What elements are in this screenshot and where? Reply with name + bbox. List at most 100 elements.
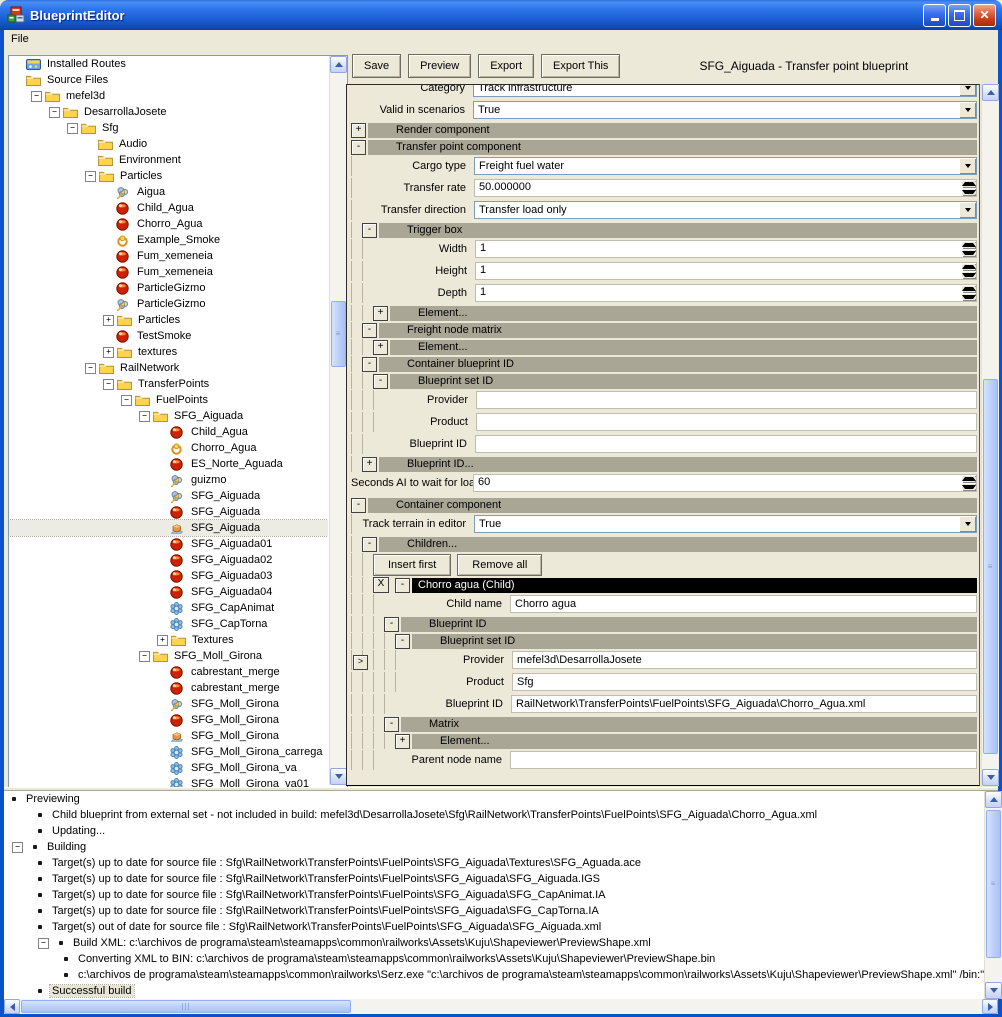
section-header-bar[interactable]: Element...	[390, 306, 977, 321]
tree-scrollbar-thumb[interactable]: ≡	[331, 301, 346, 367]
menu-item-file[interactable]: File	[4, 32, 36, 46]
width-spinner[interactable]: 1	[475, 240, 977, 258]
valid-in-scenarios-dropdown[interactable]: True	[473, 101, 977, 119]
category-dropdown[interactable]: Track infrastructure	[473, 84, 977, 97]
cargo-type-dropdown[interactable]: Freight fuel water	[474, 157, 977, 175]
tree-item-environment[interactable]: Environment	[9, 152, 328, 168]
collapse-icon[interactable]: -	[395, 578, 410, 593]
expand-icon[interactable]: +	[351, 123, 366, 138]
scroll-down-icon[interactable]	[982, 769, 999, 786]
scroll-left-icon[interactable]	[4, 999, 20, 1014]
provider-field[interactable]	[476, 391, 977, 409]
blueprint-id-field[interactable]	[475, 435, 977, 453]
expand-icon[interactable]: +	[373, 340, 388, 355]
tree-expander-icon[interactable]: −	[103, 379, 114, 390]
tree-item-sfg-aiguada[interactable]: SFG_Aiguada	[9, 488, 328, 504]
spin-up-icon[interactable]	[962, 285, 976, 293]
log-scrollbar-thumb[interactable]: ≡	[986, 810, 1001, 958]
tree-item-sfg-aiguada[interactable]: −SFG_Aiguada	[9, 408, 328, 424]
expand-icon[interactable]: +	[373, 306, 388, 321]
tree-vertical-scrollbar[interactable]: ≡	[329, 56, 347, 785]
scroll-up-icon[interactable]	[982, 84, 999, 101]
tree-item-fuelpoints[interactable]: −FuelPoints	[9, 392, 328, 408]
tree-item-installed-routes[interactable]: Installed Routes	[9, 56, 328, 72]
expand-icon[interactable]: +	[362, 457, 377, 472]
preview-button[interactable]: Preview	[408, 54, 471, 78]
save-button[interactable]: Save	[352, 54, 401, 78]
tree-expander-icon[interactable]: −	[49, 107, 60, 118]
tree-expander-icon[interactable]: −	[67, 123, 78, 134]
tree-item-sfg-moll-girona[interactable]: SFG_Moll_Girona	[9, 728, 328, 744]
section-header-bar[interactable]: Blueprint set ID	[412, 634, 977, 649]
tree-expander-icon[interactable]: +	[157, 635, 168, 646]
remove-child-button[interactable]: X	[373, 577, 389, 593]
transfer-direction-dropdown[interactable]: Transfer load only	[474, 201, 977, 219]
tree-item-chorro-agua[interactable]: Chorro_Agua	[9, 216, 328, 232]
tree-item-sfg-moll-girona-va[interactable]: SFG_Moll_Girona_va	[9, 760, 328, 776]
tree-item-particles[interactable]: −Particles	[9, 168, 328, 184]
tree-item-transferpoints[interactable]: −TransferPoints	[9, 376, 328, 392]
log-expander-icon[interactable]: −	[38, 938, 49, 949]
tree-item-sfg-aiguada01[interactable]: SFG_Aiguada01	[9, 536, 328, 552]
spin-down-icon[interactable]	[962, 293, 976, 301]
child-row-expander[interactable]: >	[353, 655, 368, 670]
remove-all-button[interactable]: Remove all	[457, 554, 542, 576]
seconds-ai-to-wait-for-loading-spinner[interactable]: 60	[473, 474, 977, 492]
log-line[interactable]: Target(s) up to date for source file : S…	[4, 855, 984, 871]
tree-item-sfg[interactable]: −Sfg	[9, 120, 328, 136]
tree-item-sfg-aiguada04[interactable]: SFG_Aiguada04	[9, 584, 328, 600]
tree-item-sfg-moll-girona[interactable]: SFG_Moll_Girona	[9, 696, 328, 712]
spin-down-icon[interactable]	[962, 483, 976, 491]
log-line[interactable]: −Building	[4, 839, 984, 855]
spin-down-icon[interactable]	[962, 249, 976, 257]
dropdown-arrow-icon[interactable]	[959, 84, 976, 96]
tree-expander-icon[interactable]: +	[103, 347, 114, 358]
tree-item-sfg-aiguada[interactable]: SFG_Aiguada	[9, 504, 328, 520]
section-header-bar[interactable]: Render component	[368, 123, 977, 138]
tree-item-child-agua[interactable]: Child_Agua	[9, 200, 328, 216]
collapse-icon[interactable]: -	[362, 537, 377, 552]
tree-item-desarrollajosete[interactable]: −DesarrollaJosete	[9, 104, 328, 120]
scroll-down-icon[interactable]	[985, 982, 1002, 999]
section-header-bar[interactable]: Blueprint set ID	[390, 374, 977, 389]
log-line[interactable]: Target(s) out of date for source file : …	[4, 919, 984, 935]
tree-item-fum-xemeneia[interactable]: Fum_xemeneia	[9, 248, 328, 264]
tree-expander-icon[interactable]: −	[139, 411, 150, 422]
tree-item-sfg-aiguada02[interactable]: SFG_Aiguada02	[9, 552, 328, 568]
depth-spinner[interactable]: 1	[475, 284, 977, 302]
collapse-icon[interactable]: -	[362, 357, 377, 372]
tree-item-railnetwork[interactable]: −RailNetwork	[9, 360, 328, 376]
tree-item-aigua[interactable]: Aigua	[9, 184, 328, 200]
blueprint-id-field[interactable]: RailNetwork\TransferPoints\FuelPoints\SF…	[511, 695, 977, 713]
log-line[interactable]: Previewing	[4, 791, 984, 807]
form-scrollbar-thumb[interactable]: ≡	[983, 379, 998, 754]
dropdown-arrow-icon[interactable]	[959, 158, 976, 174]
tree-item-chorro-agua[interactable]: Chorro_Agua	[9, 440, 328, 456]
log-line[interactable]: Successful build	[4, 983, 984, 999]
spin-up-icon[interactable]	[962, 475, 976, 483]
insert-first-button[interactable]: Insert first	[373, 554, 451, 576]
tree-item-example-smoke[interactable]: Example_Smoke	[9, 232, 328, 248]
log-hscrollbar-thumb[interactable]: |||	[21, 1000, 351, 1013]
collapse-icon[interactable]: -	[395, 634, 410, 649]
section-header-bar[interactable]: Container component	[368, 498, 977, 513]
tree-expander-icon[interactable]: −	[85, 171, 96, 182]
tree-item-sfg-moll-girona[interactable]: −SFG_Moll_Girona	[9, 648, 328, 664]
maximize-button[interactable]	[948, 4, 971, 27]
collapse-icon[interactable]: -	[362, 323, 377, 338]
tree-expander-icon[interactable]: −	[85, 363, 96, 374]
log-vertical-scrollbar[interactable]: ≡	[984, 791, 1002, 999]
height-spinner[interactable]: 1	[475, 262, 977, 280]
section-header-bar[interactable]: Matrix	[401, 717, 977, 732]
transfer-rate-spinner[interactable]: 50.000000	[474, 179, 977, 197]
tree-item-cabrestant-merge[interactable]: cabrestant_merge	[9, 664, 328, 680]
tree-item-sfg-moll-girona-va01[interactable]: SFG_Moll_Girona_va01	[9, 776, 328, 787]
spin-down-icon[interactable]	[962, 271, 976, 279]
form-vertical-scrollbar[interactable]: ≡	[981, 84, 999, 786]
section-header-bar[interactable]: Container blueprint ID	[379, 357, 977, 372]
log-line[interactable]: c:\archivos de programa\steam\steamapps\…	[4, 967, 984, 983]
tree-item-audio[interactable]: Audio	[9, 136, 328, 152]
log-line[interactable]: −Build XML: c:\archivos de programa\stea…	[4, 935, 984, 951]
parent-node-name-field[interactable]	[510, 751, 977, 769]
tree-item-sfg-capanimat[interactable]: SFG_CapAnimat	[9, 600, 328, 616]
